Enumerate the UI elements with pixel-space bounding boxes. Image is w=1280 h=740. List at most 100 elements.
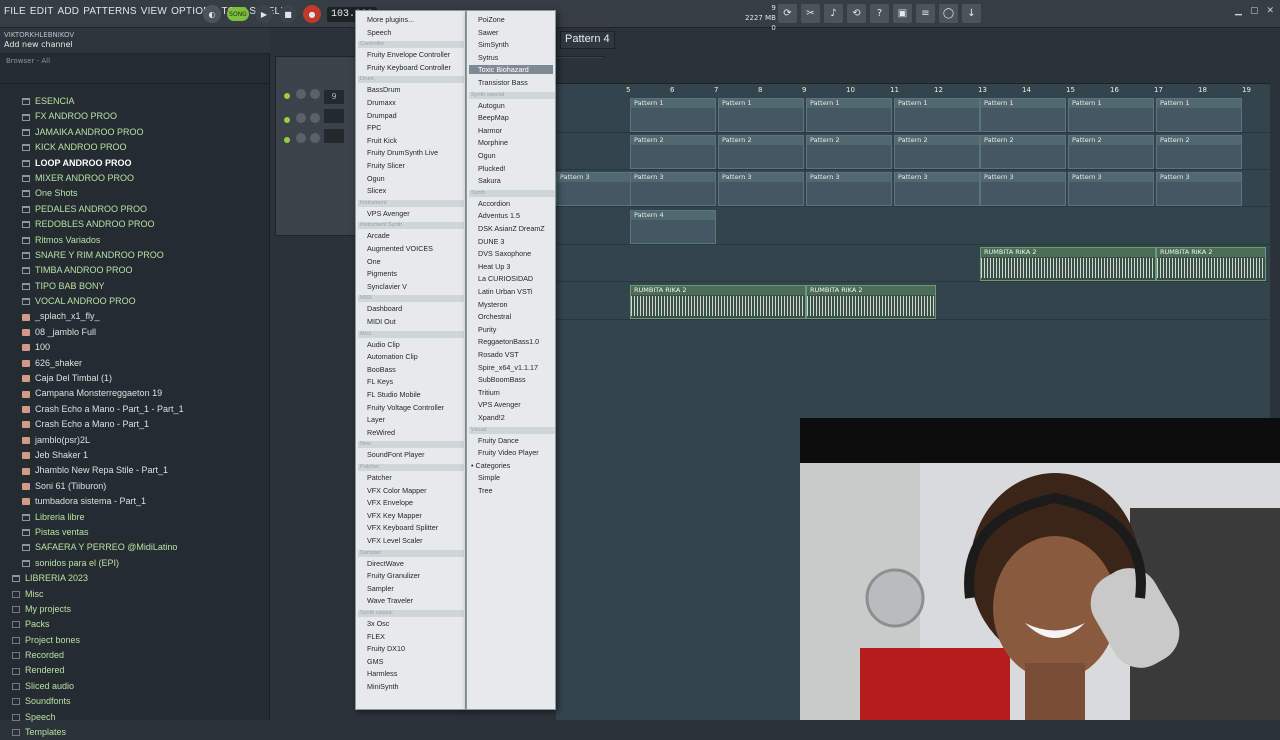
- browser-folder[interactable]: One Shots: [0, 186, 269, 201]
- menu-file[interactable]: FILE: [4, 6, 26, 17]
- download-icon[interactable]: ↓: [962, 4, 981, 23]
- plugin-menu-item[interactable]: Wave Traveler: [367, 596, 413, 605]
- plugin-menu-item[interactable]: Audio Clip: [367, 340, 400, 349]
- mixer-track-number[interactable]: [324, 129, 344, 143]
- plugin-menu-item[interactable]: Rosado VST: [478, 350, 519, 359]
- plugin-menu-item[interactable]: Fruity Slicer: [367, 161, 405, 170]
- help-icon[interactable]: ?: [870, 4, 889, 23]
- plugin-menu-item[interactable]: BooBass: [367, 365, 396, 374]
- song-mode-toggle[interactable]: SONG: [227, 7, 249, 21]
- plugin-menu-item[interactable]: Latin Urban VSTi: [478, 287, 532, 296]
- plugin-menu-item[interactable]: Pigments: [367, 269, 397, 278]
- plugin-menu-item[interactable]: BeepMap: [478, 113, 509, 122]
- playlist-track[interactable]: RUMBITA RIKA 2 RUMBITA RIKA 2: [556, 245, 1270, 282]
- plugin-menu-item[interactable]: Fruity Envelope Controller: [367, 50, 450, 59]
- browser-folder[interactable]: Project bones: [0, 633, 269, 648]
- browser-file[interactable]: Jeb Shaker 1: [0, 448, 269, 463]
- playlist-track[interactable]: Pattern 4: [556, 208, 1270, 245]
- pattern-clip[interactable]: Pattern 2: [980, 135, 1066, 169]
- plugin-menu-item[interactable]: Tritium: [478, 388, 500, 397]
- plugin-menu-item[interactable]: Harmless: [367, 669, 397, 678]
- chat-icon[interactable]: ◯: [939, 4, 958, 23]
- playlist-track[interactable]: Pattern 3 Pattern 3 Pattern 3 Pattern 3 Patt…: [556, 170, 1270, 207]
- pattern-clip[interactable]: Pattern 3: [1068, 172, 1154, 206]
- browser-folder[interactable]: Sliced audio: [0, 679, 269, 694]
- mixer-track-number[interactable]: [324, 109, 344, 123]
- pattern-selector[interactable]: Pattern 4: [560, 31, 615, 49]
- plugin-menu-item[interactable]: Sawer: [478, 28, 498, 37]
- plugin-menu-item[interactable]: VFX Color Mapper: [367, 486, 427, 495]
- pattern-clip[interactable]: Pattern 2: [1068, 135, 1154, 169]
- browser-file[interactable]: tumbadora sistema - Part_1: [0, 494, 269, 509]
- browser-file[interactable]: Crash Echo a Mano - Part_1: [0, 417, 269, 432]
- menu-patterns[interactable]: PATTERNS: [83, 6, 136, 17]
- plugin-menu-item[interactable]: Toxic Biohazard: [469, 65, 553, 75]
- pan-knob[interactable]: [296, 133, 306, 143]
- pattern-clip[interactable]: Pattern 2: [630, 135, 716, 169]
- plugin-menu-item[interactable]: Simple: [478, 473, 500, 482]
- plugin-menu-item[interactable]: Fruity DrumSynth Live: [367, 148, 438, 157]
- plugin-menu-item[interactable]: DUNE 3: [478, 237, 504, 246]
- browser-folder[interactable]: VOCAL ANDROO PROO: [0, 294, 269, 309]
- browser-folder[interactable]: Misc: [0, 587, 269, 602]
- wait-icon[interactable]: ⟲: [847, 4, 866, 23]
- audio-clip[interactable]: RUMBITA RIKA 2: [806, 285, 936, 319]
- browser-file[interactable]: 626_shaker: [0, 356, 269, 371]
- plugin-menu-item[interactable]: FL Studio Mobile: [367, 390, 421, 399]
- menu-add[interactable]: ADD: [58, 6, 80, 17]
- plugin-menu-item[interactable]: Slicex: [367, 186, 386, 195]
- plugin-menu-item[interactable]: Speech: [367, 28, 391, 37]
- browser-folder[interactable]: PEDALES ANDROO PROO: [0, 202, 269, 217]
- pattern-song-knob[interactable]: ◐: [203, 5, 221, 23]
- pattern-clip[interactable]: Pattern 1: [1068, 98, 1154, 132]
- audio-clip[interactable]: RUMBITA RIKA 2: [980, 247, 1156, 281]
- plugin-menu-item[interactable]: FLEX: [367, 632, 385, 641]
- mixer-track-number[interactable]: 9: [324, 90, 344, 104]
- plugin-menu-item[interactable]: FL Keys: [367, 377, 393, 386]
- browser-file[interactable]: Crash Echo a Mano - Part_1 - Part_1: [0, 402, 269, 417]
- browser-folder[interactable]: SNARE Y RIM ANDROO PROO: [0, 248, 269, 263]
- browser-folder[interactable]: sonidos para el (EPI): [0, 556, 269, 571]
- plugin-menu-item[interactable]: Sampler: [367, 584, 394, 593]
- pattern-clip[interactable]: Pattern 2: [718, 135, 804, 169]
- pattern-clip[interactable]: Pattern 2: [806, 135, 892, 169]
- plugin-menu-item[interactable]: VFX Key Mapper: [367, 511, 422, 520]
- pattern-clip[interactable]: Pattern 1: [980, 98, 1066, 132]
- playlist-scrollbar[interactable]: [1270, 58, 1280, 418]
- pattern-clip[interactable]: Pattern 2: [1156, 135, 1242, 169]
- plugin-menu-item[interactable]: Fruity Keyboard Controller: [367, 63, 451, 72]
- audio-clip[interactable]: RUMBITA RIKA 2: [630, 285, 806, 319]
- plugin-menu-item[interactable]: SimSynth: [478, 40, 509, 49]
- browser-folder[interactable]: TIPO BAB BONY: [0, 279, 269, 294]
- browser-file[interactable]: Jhamblo New Repa Stile - Part_1: [0, 463, 269, 478]
- browser-folder[interactable]: KICK ANDROO PROO: [0, 140, 269, 155]
- plugin-menu-item[interactable]: Fruity DX10: [367, 644, 405, 653]
- plugin-menu-item[interactable]: Ogun: [478, 151, 496, 160]
- plugin-menu-item[interactable]: SoundFont Player: [367, 450, 425, 459]
- plugin-menu-item[interactable]: VPS Avenger: [367, 209, 410, 218]
- maximize-icon[interactable]: ▢: [1250, 6, 1259, 16]
- plugin-menu-item[interactable]: DSK AsianZ DreamZ: [478, 224, 545, 233]
- browser-folder[interactable]: FX ANDROO PROO: [0, 109, 269, 124]
- browser-folder[interactable]: Templates: [0, 725, 269, 740]
- pan-knob[interactable]: [296, 113, 306, 123]
- playlist-track[interactable]: Pattern 2 Pattern 2 Pattern 2 Pattern 2 Patt…: [556, 133, 1270, 170]
- plugin-menu-item[interactable]: Drumpad: [367, 111, 397, 120]
- browser-file[interactable]: Campana Monsterreggaeton 19: [0, 386, 269, 401]
- plugin-menu-item[interactable]: VFX Level Scaler: [367, 536, 423, 545]
- playlist-track[interactable]: RUMBITA RIKA 2 RUMBITA RIKA 2: [556, 283, 1270, 320]
- plugin-menu-item[interactable]: Morphine: [478, 138, 508, 147]
- plugin-menu-item[interactable]: Purity: [478, 325, 496, 334]
- close-icon[interactable]: ✕: [1266, 6, 1274, 16]
- plugin-menu-item[interactable]: Synclavier V: [367, 282, 407, 291]
- plugin-menu-item[interactable]: More plugins...: [367, 15, 414, 24]
- plugin-menu-item[interactable]: BassDrum: [367, 85, 401, 94]
- plugin-menu-item[interactable]: VPS Avenger: [478, 400, 521, 409]
- browser-file[interactable]: 08 _jamblo Full: [0, 325, 269, 340]
- browser-folder[interactable]: MIXER ANDROO PROO: [0, 171, 269, 186]
- volume-knob[interactable]: [310, 133, 320, 143]
- plugin-menu-item[interactable]: Fruity Granulizer: [367, 571, 420, 580]
- plugin-menu-item[interactable]: La CURIOSIDAD: [478, 274, 533, 283]
- plugin-menu-item[interactable]: MIDI Out: [367, 317, 396, 326]
- volume-knob[interactable]: [310, 113, 320, 123]
